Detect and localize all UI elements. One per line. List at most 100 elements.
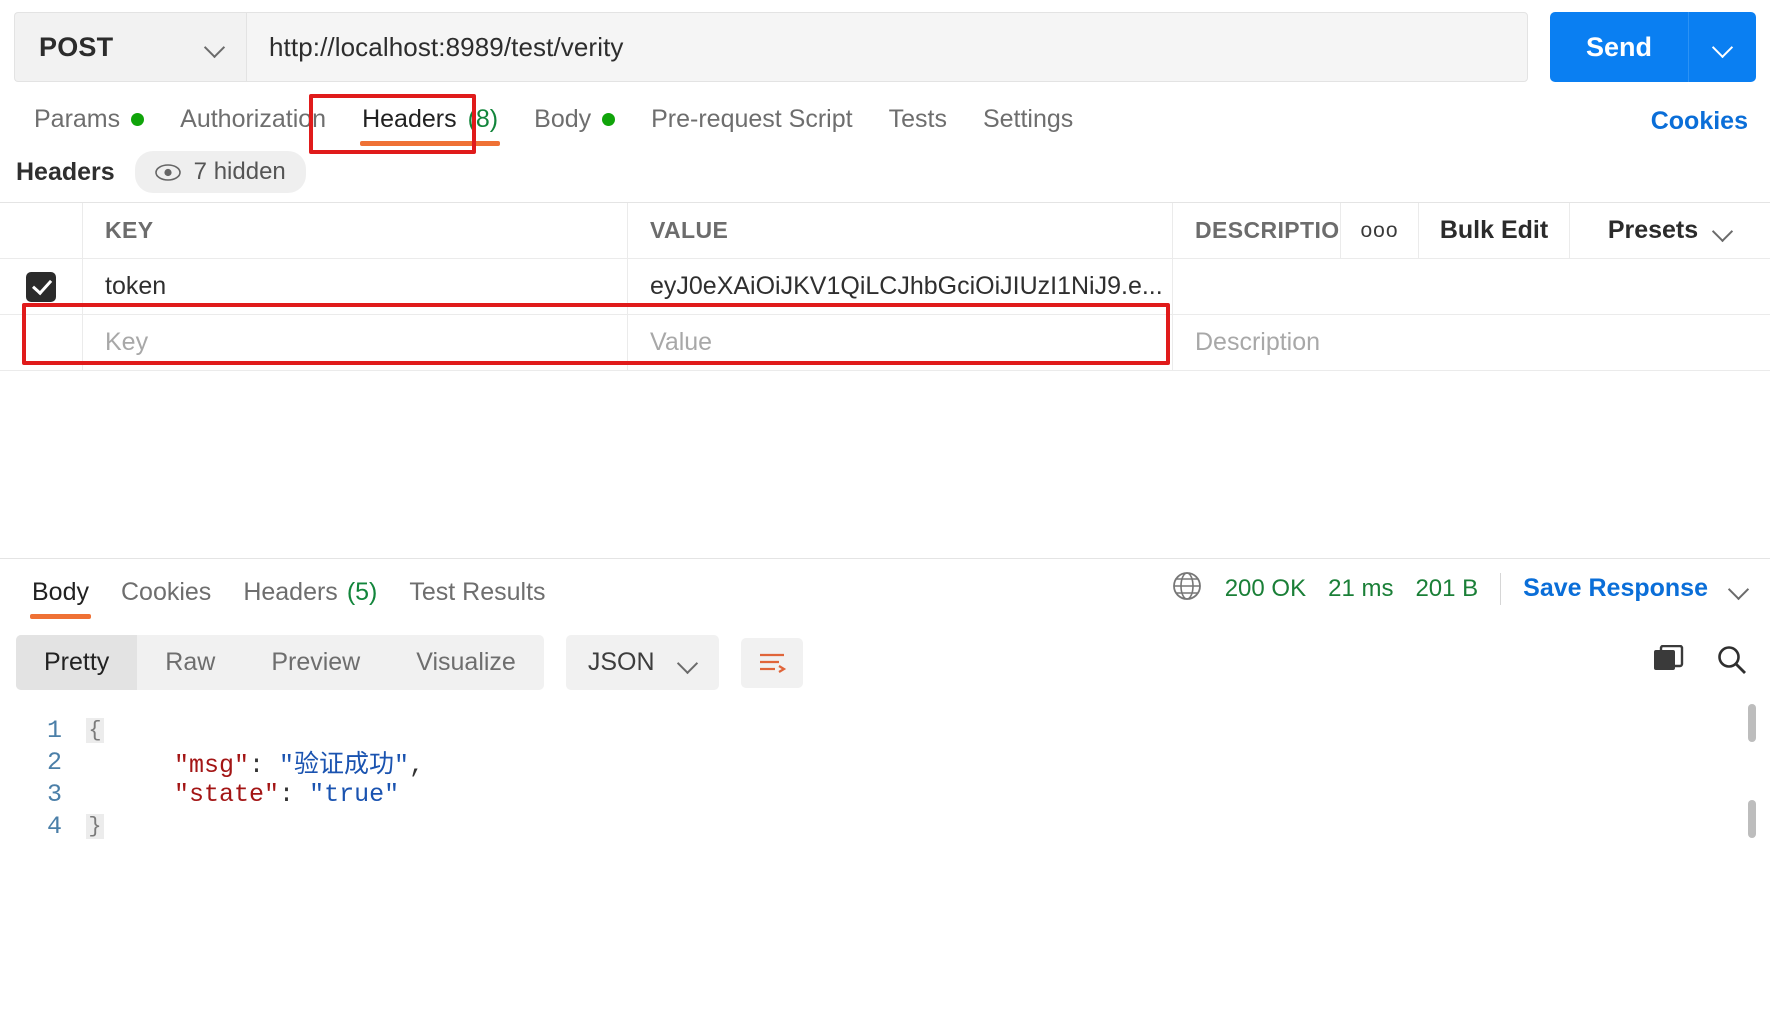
tab-params[interactable]: Params [16, 99, 162, 150]
column-header-description: DESCRIPTIO [1173, 203, 1341, 258]
scrollbar-thumb-top[interactable] [1748, 704, 1756, 742]
row-enabled-checkbox[interactable] [26, 271, 56, 302]
tab-label: Cookies [120, 578, 212, 606]
hidden-headers-label: 7 hidden [193, 158, 286, 185]
column-label: DESCRIPTIO [1195, 217, 1340, 243]
row-description-input[interactable] [1173, 259, 1770, 314]
response-body-code: 1 { 2 "msg": "验证成功", 3 "state": "true" 4… [0, 700, 1770, 842]
value-placeholder: Value [650, 328, 713, 356]
tab-label: Tests [888, 105, 947, 133]
url-input[interactable]: http://localhost:8989/test/verity [246, 12, 1528, 82]
chevron-down-icon [1714, 38, 1732, 56]
ellipsis-icon: ooo [1360, 218, 1399, 242]
column-label: KEY [105, 217, 154, 243]
chevron-down-icon[interactable] [1730, 580, 1748, 598]
row-checkbox-cell [0, 315, 83, 370]
row-checkbox-cell [0, 259, 83, 314]
row-value-input[interactable]: eyJ0eXAiOiJKV1QiLCJhbGciOiJIUzI1NiJ9.e..… [628, 259, 1173, 314]
tab-tests[interactable]: Tests [871, 99, 965, 150]
table-row: token eyJ0eXAiOiJKV1QiLCJhbGciOiJIUzI1Ni… [0, 259, 1770, 315]
response-tab-headers[interactable]: Headers (5) [227, 572, 393, 621]
row-value-text: eyJ0eXAiOiJKV1QiLCJhbGciOiJIUzI1NiJ9.e..… [650, 272, 1163, 300]
code-line: 1 { [0, 714, 1770, 746]
tab-count: (5) [346, 578, 378, 606]
response-actions [1652, 644, 1748, 681]
presets-label: Presets [1607, 216, 1699, 244]
more-options-button[interactable]: ooo [1341, 203, 1419, 258]
http-method-select[interactable]: POST [14, 12, 246, 82]
view-mode-visualize[interactable]: Visualize [388, 635, 544, 690]
code-text: "state": "true" [104, 780, 399, 809]
view-mode-pretty[interactable]: Pretty [16, 635, 138, 690]
code-line: 2 "msg": "验证成功", [0, 744, 1770, 781]
search-icon[interactable] [1716, 644, 1748, 681]
url-text: http://localhost:8989/test/verity [269, 31, 624, 62]
format-label: JSON [587, 648, 655, 676]
http-method-label: POST [39, 31, 114, 62]
tab-label: Headers [243, 578, 338, 606]
row-key-input[interactable]: token [83, 259, 628, 314]
fold-marker[interactable]: } [86, 813, 104, 839]
key-placeholder: Key [105, 328, 149, 356]
hidden-headers-toggle[interactable]: 7 hidden [134, 151, 306, 193]
response-time: 21 ms [1328, 574, 1394, 602]
send-button[interactable]: Send [1550, 12, 1688, 82]
modified-dot-icon [131, 113, 145, 126]
cookies-link[interactable]: Cookies [1651, 107, 1748, 136]
response-tab-body[interactable]: Body [16, 572, 105, 621]
fold-marker[interactable]: { [86, 717, 104, 743]
response-tab-cookies[interactable]: Cookies [105, 572, 227, 621]
line-number: 4 [46, 811, 62, 841]
json-key: "msg" [174, 751, 250, 780]
scrollbar-thumb-bottom[interactable] [1748, 800, 1756, 838]
new-value-input[interactable]: Value [628, 315, 1173, 370]
new-description-input[interactable]: Description [1173, 315, 1770, 370]
tab-pre-request-script[interactable]: Pre-request Script [633, 99, 870, 150]
tab-body[interactable]: Body [516, 99, 633, 150]
copy-icon[interactable] [1652, 644, 1684, 680]
tab-count: (8) [467, 105, 499, 133]
response-view-bar: Pretty Raw Preview Visualize JSON [0, 621, 1770, 700]
chevron-down-icon [1714, 222, 1732, 240]
divider [1500, 572, 1502, 605]
table-header-row: KEY VALUE DESCRIPTIO ooo Bulk Edit Prese… [0, 203, 1770, 259]
json-punct: , [409, 751, 425, 780]
url-bar: POST http://localhost:8989/test/verity S… [0, 0, 1770, 92]
send-options-button[interactable] [1688, 12, 1756, 82]
code-line: 3 "state": "true" [0, 778, 1770, 810]
response-tab-test-results[interactable]: Test Results [393, 572, 561, 621]
new-key-input[interactable]: Key [83, 315, 628, 370]
json-value: "true" [309, 779, 400, 809]
tab-label: Test Results [409, 578, 546, 606]
response-tabs: Body Cookies Headers (5) Test Results 20… [0, 559, 1770, 621]
request-tabs: Params Authorization Headers (8) Body Pr… [0, 92, 1770, 154]
tab-authorization[interactable]: Authorization [162, 99, 344, 150]
table-row-empty: Key Value Description [0, 315, 1770, 371]
row-key-text: token [105, 272, 167, 300]
format-select[interactable]: JSON [565, 635, 719, 690]
headers-section-title: Headers [16, 157, 115, 186]
column-label: VALUE [650, 217, 729, 243]
presets-button[interactable]: Presets [1570, 203, 1770, 258]
headers-table: KEY VALUE DESCRIPTIO ooo Bulk Edit Prese… [0, 202, 1770, 559]
description-placeholder: Description [1195, 328, 1321, 356]
view-mode-raw[interactable]: Raw [137, 635, 243, 690]
json-key: "state" [174, 779, 280, 809]
wrap-lines-button[interactable] [740, 637, 803, 688]
save-response-button[interactable]: Save Response [1523, 574, 1708, 603]
tab-label: Authorization [180, 105, 327, 133]
send-group: Send [1550, 12, 1756, 82]
tab-headers[interactable]: Headers (8) [344, 99, 516, 150]
table-empty-area [0, 371, 1770, 559]
line-number: 2 [46, 747, 62, 777]
bulk-edit-button[interactable]: Bulk Edit [1419, 203, 1570, 258]
code-text: "msg": "验证成功", [104, 744, 424, 780]
chevron-down-icon [679, 654, 697, 672]
view-mode-preview[interactable]: Preview [243, 635, 388, 690]
header-checkbox-cell [0, 203, 83, 258]
tab-label: Body [32, 578, 89, 606]
json-value: "验证成功" [279, 751, 410, 780]
globe-icon [1171, 570, 1203, 607]
response-meta: 200 OK 21 ms 201 B Save Response [1171, 570, 1748, 607]
tab-settings[interactable]: Settings [965, 99, 1091, 150]
